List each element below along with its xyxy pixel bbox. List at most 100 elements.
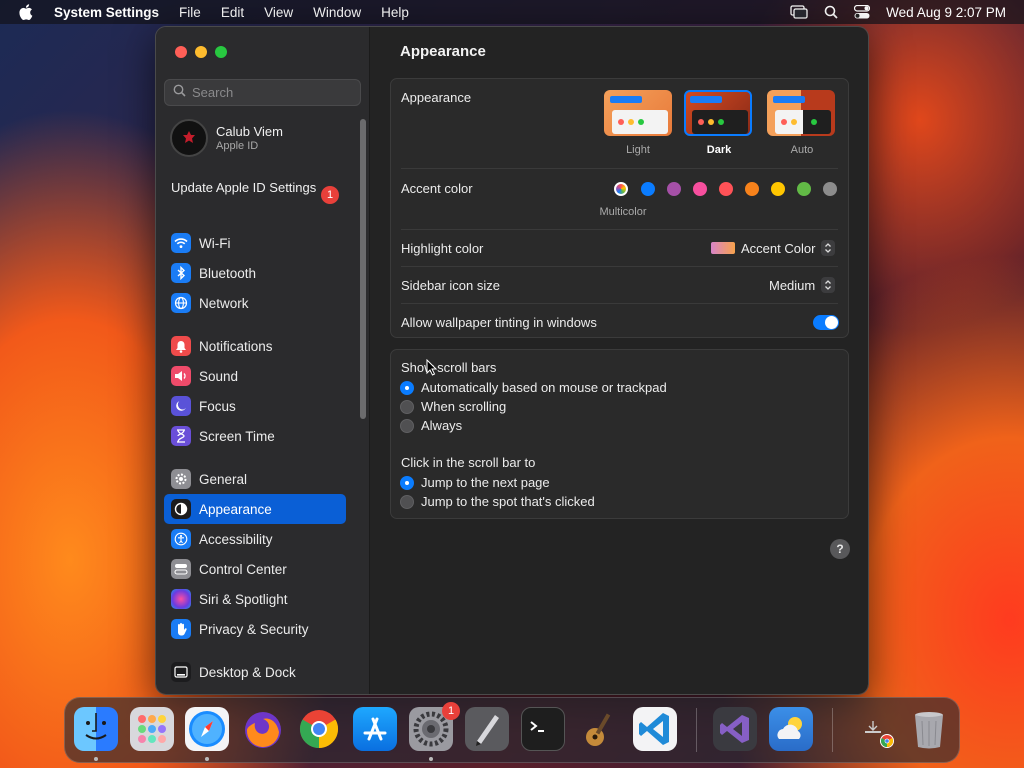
apple-id-row[interactable]: Calub Viem Apple ID: [170, 119, 283, 157]
sidebar-item-label: Control Center: [199, 561, 287, 577]
click-spot-option[interactable]: Jump to the spot that's clicked: [400, 494, 595, 509]
menu-clock[interactable]: Wed Aug 9 2:07 PM: [886, 5, 1006, 20]
sidebar-item-bluetooth[interactable]: Bluetooth: [164, 258, 346, 288]
accent-red-swatch[interactable]: [719, 182, 733, 196]
sidebar-item-privacy-security[interactable]: Privacy & Security: [164, 614, 346, 644]
weather-icon[interactable]: [769, 707, 813, 751]
apple-menu-icon[interactable]: [0, 4, 52, 20]
sidebar-item-accessibility[interactable]: Accessibility: [164, 524, 346, 554]
accent-pink-swatch[interactable]: [693, 182, 707, 196]
sidebar-item-label: Siri & Spotlight: [199, 591, 288, 607]
radio-selected[interactable]: [400, 475, 414, 490]
sidebar-item-general[interactable]: General: [164, 464, 346, 494]
menu-edit[interactable]: Edit: [211, 5, 254, 20]
visual-studio-icon[interactable]: [713, 707, 757, 751]
radio-unselected[interactable]: [400, 399, 414, 414]
trash-icon[interactable]: [907, 707, 951, 751]
accent-yellow-swatch[interactable]: [771, 182, 785, 196]
sidebar-item-network[interactable]: Network: [164, 288, 346, 318]
appearance-dark-option[interactable]: [684, 90, 752, 136]
sidebar-item-appearance[interactable]: Appearance: [164, 494, 346, 524]
sidebar-scrollbar[interactable]: [360, 119, 366, 419]
sidebar-item-sound[interactable]: Sound: [164, 361, 346, 391]
help-button[interactable]: ?: [830, 539, 850, 559]
sidebar-item-label: Screen Time: [199, 428, 275, 444]
accent-color-label: Accent color: [401, 181, 473, 196]
highlight-swatch: [711, 242, 735, 254]
scroll-auto-option[interactable]: Automatically based on mouse or trackpad: [400, 380, 667, 395]
sidebar-icon-size-popup[interactable]: Medium: [769, 277, 836, 293]
appearance-auto-label: Auto: [790, 144, 814, 156]
sidebar-item-screen-time[interactable]: Screen Time: [164, 421, 346, 451]
user-name: Calub Viem: [216, 124, 283, 139]
accent-green-swatch[interactable]: [797, 182, 811, 196]
script-editor-icon[interactable]: [465, 707, 509, 751]
terminal-icon[interactable]: [521, 707, 565, 751]
launchpad-icon[interactable]: [130, 707, 174, 751]
menu-window[interactable]: Window: [303, 5, 371, 20]
running-indicator: [429, 757, 433, 761]
update-apple-id-item[interactable]: Update Apple ID Settings: [171, 180, 341, 196]
wallpaper-tinting-toggle[interactable]: [813, 315, 839, 330]
search-field[interactable]: [164, 79, 361, 106]
accent-purple-swatch[interactable]: [667, 182, 681, 196]
sidebar: Calub Viem Apple ID Update Apple ID Sett…: [156, 27, 370, 694]
appearance-auto-option[interactable]: [767, 90, 835, 136]
screen-mirroring-icon[interactable]: [790, 5, 808, 19]
chrome-icon[interactable]: [297, 707, 341, 751]
safari-icon[interactable]: [185, 707, 229, 751]
popup-chevron-icon: [821, 240, 836, 256]
search-input[interactable]: [192, 85, 352, 100]
downloads-stack-icon[interactable]: [851, 707, 895, 751]
accent-graphite-swatch[interactable]: [823, 182, 837, 196]
menu-app-name[interactable]: System Settings: [52, 5, 169, 20]
settings-notification-badge: 1: [442, 702, 460, 720]
sidebar-item-focus[interactable]: Focus: [164, 391, 346, 421]
menu-file[interactable]: File: [169, 5, 211, 20]
nav-group-network: Wi-Fi Bluetooth Network: [164, 228, 346, 318]
click-next-page-option[interactable]: Jump to the next page: [400, 475, 550, 490]
menu-view[interactable]: View: [254, 5, 303, 20]
highlight-value: Accent Color: [741, 240, 816, 256]
instruments-icon[interactable]: [577, 707, 621, 751]
show-scroll-bars-label: Show scroll bars: [401, 360, 497, 375]
hand-icon: [171, 619, 191, 639]
desktop-icon: [171, 662, 191, 682]
sidebar-item-siri-spotlight[interactable]: Siri & Spotlight: [164, 584, 346, 614]
sidebar-item-control-center[interactable]: Control Center: [164, 554, 346, 584]
avatar: [170, 119, 208, 157]
appearance-label: Appearance: [401, 90, 472, 105]
wifi-icon: [171, 233, 191, 253]
minimize-button[interactable]: [195, 46, 207, 58]
vscode-icon[interactable]: [633, 707, 677, 751]
radio-unselected[interactable]: [400, 418, 414, 433]
zoom-button[interactable]: [215, 46, 227, 58]
appearance-light-option[interactable]: [604, 90, 672, 136]
firefox-icon[interactable]: [241, 707, 285, 751]
sidebar-item-notifications[interactable]: Notifications: [164, 331, 346, 361]
accent-multicolor-swatch[interactable]: [614, 182, 628, 196]
finder-icon[interactable]: [74, 707, 118, 751]
sidebar-item-desktop-dock[interactable]: Desktop & Dock: [164, 657, 346, 687]
control-center-menu-icon[interactable]: [854, 5, 871, 19]
scroll-when-scrolling-option[interactable]: When scrolling: [400, 399, 506, 414]
nav-group-desktop: Desktop & Dock: [164, 657, 346, 687]
highlight-color-popup[interactable]: Accent Color: [711, 240, 836, 256]
accent-orange-swatch[interactable]: [745, 182, 759, 196]
appearance-panel: Appearance Light Dark Auto Accent color …: [390, 78, 849, 338]
sidebar-item-wifi[interactable]: Wi-Fi: [164, 228, 346, 258]
sidebar-item-label: Appearance: [199, 501, 272, 517]
close-button[interactable]: [175, 46, 187, 58]
radio-unselected[interactable]: [400, 494, 414, 509]
spotlight-search-icon[interactable]: [824, 5, 838, 19]
radio-selected[interactable]: [400, 380, 414, 395]
scroll-bars-panel: Show scroll bars Automatically based on …: [390, 349, 849, 519]
dock-separator: [832, 708, 833, 752]
app-store-icon[interactable]: [353, 707, 397, 751]
popup-chevron-icon: [821, 277, 836, 293]
menu-help[interactable]: Help: [371, 5, 419, 20]
scroll-always-option[interactable]: Always: [400, 418, 462, 433]
running-indicator: [205, 757, 209, 761]
update-badge: 1: [321, 186, 339, 204]
accent-blue-swatch[interactable]: [641, 182, 655, 196]
